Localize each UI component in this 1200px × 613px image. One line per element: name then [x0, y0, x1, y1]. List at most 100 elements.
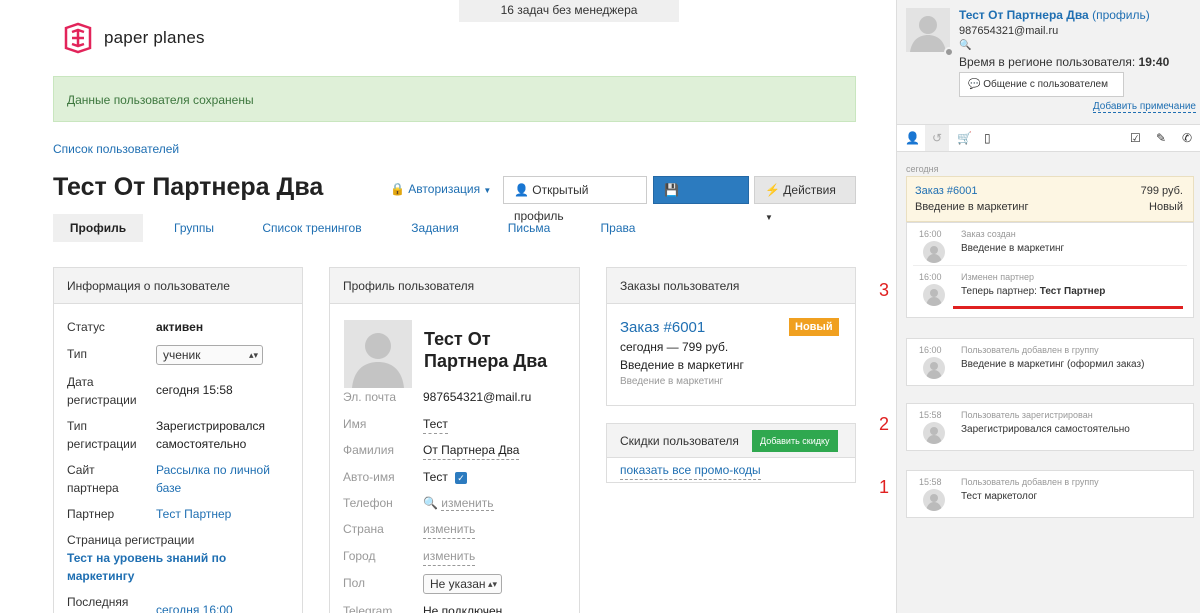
user-sidebar: Тест От Партнера Два (профиль) 987654321… — [896, 0, 1200, 613]
order-link[interactable]: Заказ #6001 — [620, 319, 705, 337]
autoname-label: Авто-имя — [343, 470, 395, 484]
first-name-value[interactable]: Тест — [423, 415, 448, 434]
event-avatar — [923, 422, 945, 444]
order-status-badge: Новый — [789, 318, 839, 336]
event-avatar — [923, 489, 945, 511]
last-visit-value[interactable]: сегодня 16:00 — [156, 601, 233, 613]
email-label: Эл. почта — [343, 390, 397, 404]
email-value: 987654321@mail.ru — [423, 390, 532, 404]
add-discount-button[interactable]: Добавить скидку — [752, 430, 838, 452]
annotation-marker-3: 3 — [879, 280, 890, 300]
timeline-event: 15:58 Пользователь зарегистрирован Зарег… — [907, 404, 1193, 446]
pencil-icon[interactable]: ✎ — [1156, 131, 1166, 145]
logo-text: paper planes — [104, 28, 205, 47]
last-name-value[interactable]: От Партнера Два — [423, 441, 520, 460]
autoname-value: Тест — [423, 470, 448, 484]
logo[interactable]: paper planes — [62, 22, 205, 54]
event-text: Введение в маркетинг — [961, 243, 1065, 254]
type-select-value: ученик — [163, 348, 201, 362]
gender-label: Пол — [343, 576, 366, 590]
partner-site-label: Сайт партнера — [67, 463, 119, 495]
breadcrumb-users-list[interactable]: Список пользователей — [53, 142, 179, 156]
select-arrows-icon: ▴▾ — [248, 350, 258, 360]
user-orders-panel: Заказы пользователя Заказ #6001 Новый се… — [606, 267, 856, 406]
sidebar-name-link[interactable]: Тест От Партнера Два — [959, 8, 1089, 22]
cart-icon[interactable]: 🛒 — [957, 131, 972, 145]
tab-groups[interactable]: Группы — [143, 214, 245, 242]
partner-site-link[interactable]: Рассылка по личной базе — [156, 461, 270, 497]
event-title: Пользователь добавлен в группу — [961, 345, 1099, 355]
event-avatar — [923, 241, 945, 263]
search-icon[interactable]: 🔍 — [959, 40, 971, 51]
last-visit-label: Последняя — [67, 595, 129, 609]
profile-tabs: Профиль Группы Список тренингов Задания … — [53, 214, 856, 242]
user-profile-panel: Профиль пользователя Тест От Партнера Два… — [329, 267, 580, 613]
type-select[interactable]: ученик ▴▾ — [156, 345, 263, 365]
timeline-events-card: 15:58 Пользователь зарегистрирован Зарег… — [906, 403, 1194, 451]
telegram-label: Telegram — [343, 604, 393, 613]
event-title: Заказ создан — [961, 229, 1016, 239]
show-promo-codes-link[interactable]: показать все промо-коды — [620, 461, 761, 480]
sidebar-user-header: Тест От Партнера Два (профиль) 987654321… — [897, 0, 1200, 124]
user-icon[interactable]: 👤 — [905, 131, 920, 145]
tasks-without-manager-banner[interactable]: 16 задач без менеджера — [459, 0, 679, 22]
last-name-label: Фамилия — [343, 443, 394, 457]
region-time: Время в регионе пользователя: 19:40 — [959, 55, 1170, 69]
chat-icon: 💬 — [968, 79, 981, 90]
event-time: 15:58 — [919, 410, 942, 420]
timeline-order-link[interactable]: Заказ #6001 — [915, 185, 978, 197]
event-avatar — [923, 284, 945, 306]
user-discounts-panel: Скидки пользователя Добавить скидку пока… — [606, 423, 856, 483]
order-product: Введение в маркетинг — [620, 358, 744, 372]
phone-icon[interactable]: ✆ — [1182, 131, 1192, 145]
autoname-checkbox[interactable]: ✓ — [455, 472, 467, 484]
profile-name: Тест От Партнера Два — [424, 329, 548, 371]
add-note-link[interactable]: Добавить примечание — [1092, 101, 1196, 113]
timeline-order-card[interactable]: Заказ #6001 799 руб. Введение в маркетин… — [906, 176, 1194, 222]
success-alert: Данные пользователя сохранены — [53, 76, 856, 122]
tab-tasks[interactable]: Задания — [379, 214, 491, 242]
gender-select[interactable]: Не указан ▴▾ — [423, 574, 502, 594]
country-edit[interactable]: изменить — [423, 520, 476, 539]
event-title: Пользователь зарегистрирован — [961, 410, 1093, 420]
tab-letters[interactable]: Письма — [491, 214, 567, 242]
event-title: Пользователь добавлен в группу — [961, 477, 1099, 487]
lock-icon: 🔒 — [390, 182, 405, 196]
panel-title: Заказы пользователя — [607, 268, 855, 304]
timeline-event: 16:00 Пользователь добавлен в группу Вве… — [907, 339, 1193, 381]
authorization-dropdown[interactable]: 🔒 Авторизация ▼ — [390, 182, 491, 196]
open-profile-button[interactable]: 👤 Открытый профиль — [503, 176, 647, 223]
regpage-link[interactable]: Тест на уровень знаний по маркетингу — [67, 549, 226, 585]
checklist-icon[interactable]: ☑ — [1130, 131, 1141, 145]
history-icon[interactable]: ↺ — [925, 125, 949, 151]
chat-with-user-button[interactable]: 💬 Общение с пользователем — [959, 72, 1124, 97]
select-arrows-icon: ▴▾ — [487, 579, 497, 589]
status-value: активен — [156, 320, 204, 334]
actions-dropdown[interactable]: ⚡ Действия ▼ — [754, 176, 856, 222]
tab-trainings[interactable]: Список тренингов — [245, 214, 379, 242]
event-time: 16:00 — [919, 272, 942, 282]
phone-edit[interactable]: 🔍 изменить — [423, 494, 494, 512]
sidebar-avatar — [906, 8, 950, 52]
timeline-events-card: 15:58 Пользователь добавлен в группу Тес… — [906, 470, 1194, 518]
floppy-icon: 💾 — [664, 183, 679, 197]
lightning-icon: ⚡ — [765, 183, 780, 197]
tab-profile[interactable]: Профиль — [53, 214, 143, 242]
event-text: Теперь партнер: Тест Партнер — [961, 286, 1106, 297]
tab-rights[interactable]: Права — [567, 214, 669, 242]
annotation-marker-2: 2 — [879, 414, 890, 434]
mobile-icon[interactable]: ▯ — [984, 131, 991, 145]
first-name-label: Имя — [343, 417, 367, 431]
sidebar-icon-toolbar: 👤 ↺ 🛒 ▯ ☑ ✎ ✆ — [897, 124, 1200, 152]
timeline-event: 16:00 Заказ создан Введение в маркетинг — [907, 223, 1193, 265]
partner-link[interactable]: Тест Партнер — [156, 505, 231, 523]
annotation-marker-1: 1 — [879, 477, 890, 497]
event-time: 15:58 — [919, 477, 942, 487]
save-button[interactable]: 💾 Сохранить — [653, 176, 749, 223]
sidebar-profile-link[interactable]: (профиль) — [1092, 8, 1150, 22]
city-edit[interactable]: изменить — [423, 547, 476, 566]
event-time: 16:00 — [919, 345, 942, 355]
event-text: Тест маркетолог — [961, 491, 1038, 502]
panel-title: Профиль пользователя — [330, 268, 579, 304]
timeline-event: 15:58 Пользователь добавлен в группу Тес… — [907, 471, 1193, 513]
